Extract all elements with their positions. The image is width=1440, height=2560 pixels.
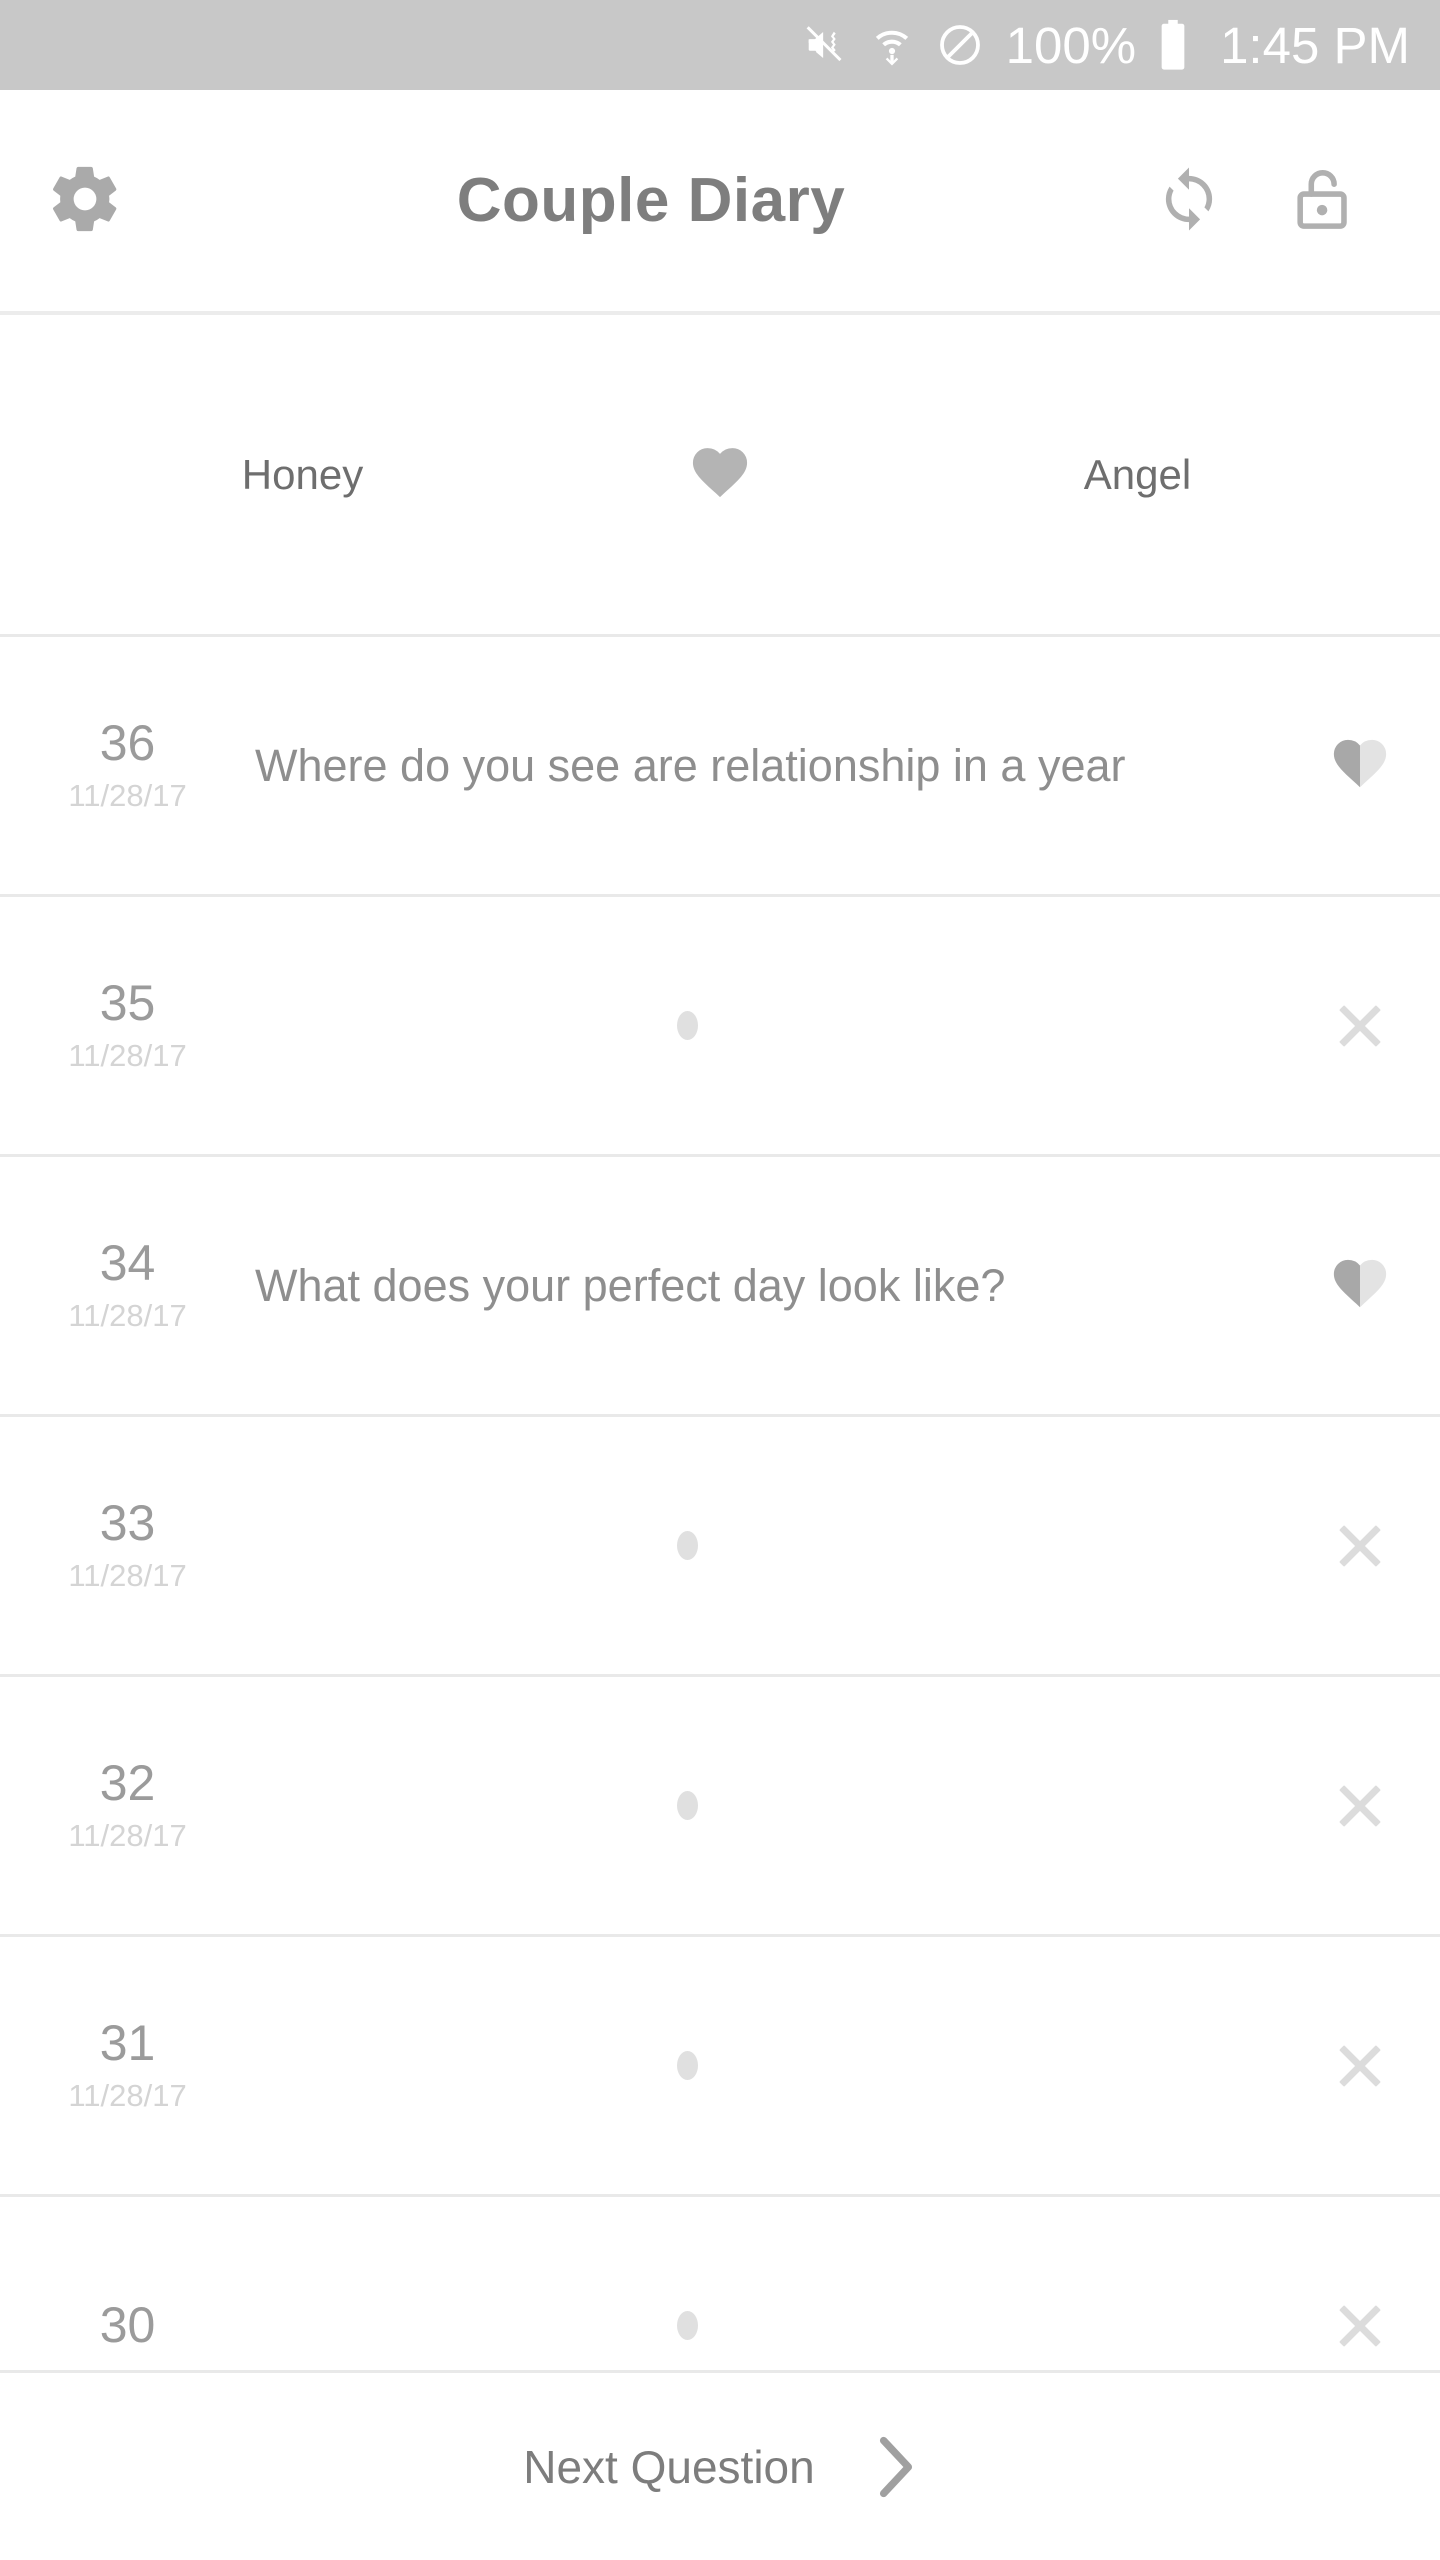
empty-question-dot-icon [677, 1531, 698, 1560]
app-bar-left-actions [0, 90, 170, 311]
table-row[interactable]: 30 [0, 2197, 1440, 2370]
question-status-cell[interactable] [1280, 1780, 1440, 1832]
question-status-cell[interactable] [1280, 2040, 1440, 2092]
gear-icon [46, 160, 124, 241]
question-date: 11/28/17 [68, 2077, 187, 2113]
question-date: 11/28/17 [68, 777, 187, 813]
question-date: 11/28/17 [68, 1557, 187, 1593]
question-date: 11/28/17 [68, 1817, 187, 1853]
partner-left[interactable]: Honey [0, 451, 605, 499]
question-status-cell[interactable] [1280, 1520, 1440, 1572]
status-bar-clock: 1:45 PM [1220, 16, 1410, 74]
partner-left-name: Honey [241, 450, 364, 498]
question-text: What does your perfect day look like? [255, 1259, 1006, 1311]
question-index: 36 [99, 715, 156, 772]
sync-button[interactable] [1152, 162, 1226, 239]
table-row[interactable]: 34 11/28/17 What does your perfect day loo… [0, 1157, 1440, 1417]
question-date: 11/28/17 [68, 1297, 187, 1333]
table-row[interactable]: 32 11/28/17 [0, 1677, 1440, 1937]
partner-header: Honey Angel [0, 315, 1440, 637]
question-index-cell: 31 11/28/17 [0, 2017, 255, 2114]
question-status-cell[interactable] [1280, 1000, 1440, 1052]
empty-question-dot-icon [677, 2051, 698, 2080]
empty-question-dot-icon [677, 1791, 698, 1820]
partner-heart [605, 445, 835, 504]
question-index-cell: 35 11/28/17 [0, 977, 255, 1074]
question-list[interactable]: 36 11/28/17 Where do you see are relations… [0, 637, 1440, 2370]
question-index: 32 [99, 1755, 156, 1812]
question-index-cell: 34 11/28/17 [0, 1237, 255, 1334]
question-text-cell [255, 2051, 1280, 2080]
chevron-right-icon [875, 2436, 917, 2498]
close-icon [1334, 2300, 1386, 2352]
empty-question-dot-icon [677, 1011, 698, 1040]
sync-icon [1152, 162, 1226, 239]
empty-question-dot-icon [677, 2311, 698, 2340]
half-heart-icon [1332, 1257, 1388, 1314]
volume-mute-vibrate-icon [802, 22, 848, 68]
question-text-cell [255, 1791, 1280, 1820]
do-not-disturb-icon [936, 21, 984, 69]
next-question-label: Next Question [523, 2440, 815, 2493]
question-status-cell[interactable] [1280, 2300, 1440, 2352]
partner-right-name: Angel [1083, 450, 1192, 498]
table-row[interactable]: 31 11/28/17 [0, 1937, 1440, 2197]
couple-diary-app-screen: 100% 1:45 PM Couple Diary Honey Angel 36… [0, 0, 1440, 2560]
half-heart-icon [1332, 737, 1388, 794]
table-row[interactable]: 33 11/28/17 [0, 1417, 1440, 1677]
question-index-cell: 30 [0, 2299, 255, 2352]
question-index: 30 [99, 2297, 156, 2354]
battery-full-icon [1158, 19, 1188, 71]
question-index: 34 [99, 1235, 156, 1292]
question-index: 31 [99, 2015, 156, 2072]
battery-percent-label: 100% [1005, 16, 1137, 74]
question-index-cell: 36 11/28/17 [0, 717, 255, 814]
question-status-cell[interactable] [1280, 1257, 1440, 1314]
close-icon [1334, 2040, 1386, 2092]
question-text-cell [255, 2311, 1280, 2340]
app-bar-right-actions [1152, 90, 1440, 311]
app-bar: Couple Diary [0, 90, 1440, 315]
question-text-cell [255, 1531, 1280, 1560]
question-index-cell: 32 11/28/17 [0, 1757, 255, 1854]
settings-button[interactable] [46, 160, 124, 241]
wifi-icon [870, 23, 914, 67]
close-icon [1334, 1000, 1386, 1052]
close-icon [1334, 1780, 1386, 1832]
question-text-cell [255, 1011, 1280, 1040]
table-row[interactable]: 35 11/28/17 [0, 897, 1440, 1157]
question-index: 33 [99, 1495, 156, 1552]
question-text-cell: What does your perfect day look like? [255, 1259, 1280, 1313]
unlock-icon [1286, 162, 1360, 239]
page-title: Couple Diary [456, 166, 846, 235]
status-bar-icons: 100% 1:45 PM [802, 19, 1410, 71]
partner-right[interactable]: Angel [835, 451, 1440, 499]
heart-icon [691, 445, 749, 504]
question-date: 11/28/17 [68, 1037, 187, 1073]
lock-toggle-button[interactable] [1286, 162, 1360, 239]
question-text-cell: Where do you see are relationship in a y… [255, 739, 1280, 793]
close-icon [1334, 1520, 1386, 1572]
question-index-cell: 33 11/28/17 [0, 1497, 255, 1594]
question-status-cell[interactable] [1280, 737, 1440, 794]
table-row[interactable]: 36 11/28/17 Where do you see are relations… [0, 637, 1440, 897]
question-index: 35 [99, 975, 156, 1032]
next-question-button[interactable]: Next Question [0, 2370, 1440, 2560]
status-bar: 100% 1:45 PM [0, 0, 1440, 90]
question-text: Where do you see are relationship in a y… [255, 739, 1126, 791]
